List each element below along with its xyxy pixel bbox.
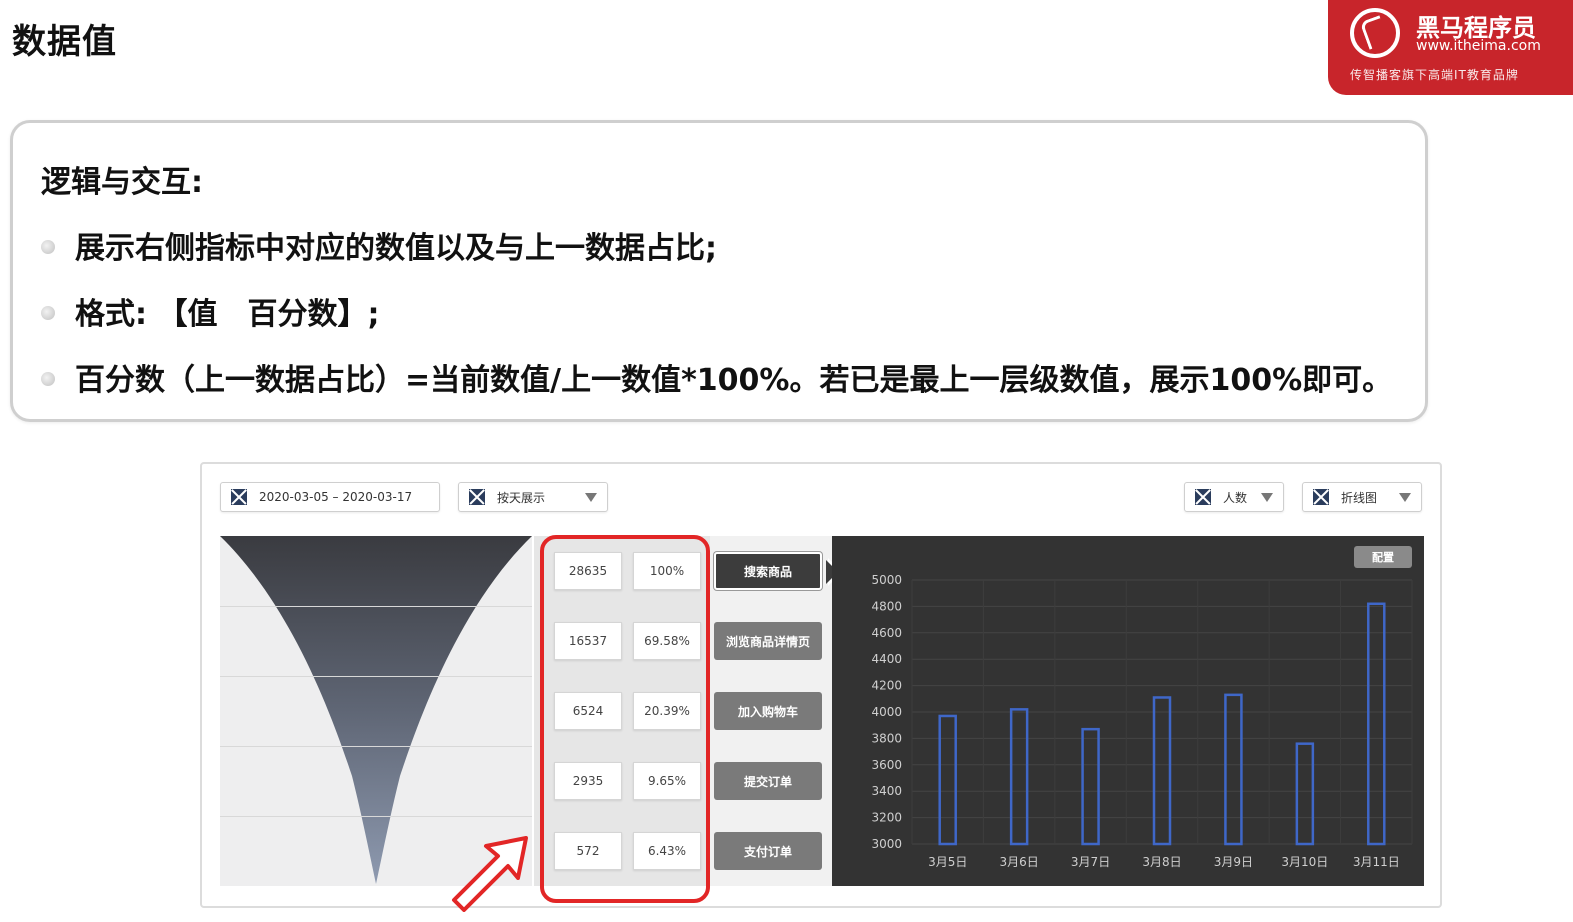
chart-type-icon (1313, 489, 1329, 505)
y-tick-label: 4200 (871, 679, 902, 693)
bar-chart-panel: 配置 3000 3200 3400 3600 3800 4000 4200 4400 4600 4… (832, 536, 1424, 886)
date-range-value: 2020-03-05 – 2020-03-17 (259, 490, 413, 504)
metric-value: 人数 (1223, 490, 1248, 505)
x-tick-label: 3月11日 (1353, 855, 1400, 869)
pointer-arrow-icon (452, 836, 528, 912)
bar (1224, 693, 1243, 846)
rules-heading: 逻辑与交互: (41, 165, 203, 200)
y-tick-label: 3000 (871, 837, 902, 851)
y-tick-label: 4000 (871, 705, 902, 719)
bullet-icon (41, 305, 55, 320)
view-mode-select[interactable]: 按天展示 (458, 482, 608, 512)
stage-button-view-detail[interactable]: 浏览商品详情页 (714, 622, 822, 660)
slide-title: 数据值 (12, 22, 117, 62)
y-tick-label: 3600 (871, 758, 902, 772)
y-tick-label: 3400 (871, 784, 902, 798)
stage-button-submit-order[interactable]: 提交订单 (714, 762, 822, 800)
bar (1367, 602, 1386, 846)
metric-select[interactable]: 人数 (1184, 482, 1284, 512)
stage-button-search[interactable]: 搜索商品 (714, 552, 822, 590)
chevron-down-icon (1399, 493, 1411, 502)
stage-button-add-cart[interactable]: 加入购物车 (714, 692, 822, 730)
chart-type-select[interactable]: 折线图 (1302, 482, 1422, 512)
view-mode-value: 按天展示 (497, 490, 546, 505)
rule-item: 格式: 【值 百分数】; (41, 289, 379, 333)
stage-labels: 搜索商品 浏览商品详情页 加入购物车 提交订单 支付订单 (710, 536, 842, 886)
chevron-down-icon (585, 493, 597, 502)
chevron-down-icon (1261, 493, 1273, 502)
y-tick-label: 5000 (871, 573, 902, 587)
bullet-icon (41, 239, 55, 254)
funnel-dashboard-mockup: 2020-03-05 – 2020-03-17 按天展示 人数 折线图 2863… (200, 462, 1442, 908)
y-tick-label: 4600 (871, 626, 902, 640)
y-tick-label: 3200 (871, 811, 902, 825)
brand-slogan: 传智播客旗下高端IT教育品牌 (1350, 68, 1519, 82)
metric-icon (1195, 489, 1211, 505)
rule-text: 展示右侧指标中对应的数值以及与上一数据占比; (75, 231, 717, 266)
rule-text: 格式: 【值 百分数】; (75, 297, 380, 332)
highlight-outline (540, 535, 710, 903)
bar (1152, 696, 1172, 846)
x-tick-label: 3月8日 (1142, 855, 1181, 869)
x-tick-label: 3月10日 (1281, 855, 1328, 869)
rule-item: 展示右侧指标中对应的数值以及与上一数据占比; (41, 223, 717, 267)
bar (938, 714, 957, 846)
brand-logo: 黑马程序员 www.itheima.com 传智播客旗下高端IT教育品牌 (1328, 0, 1573, 95)
view-mode-icon (469, 489, 485, 505)
bullet-icon (41, 371, 55, 386)
rules-box: 逻辑与交互: 展示右侧指标中对应的数值以及与上一数据占比; 格式: 【值 百分数… (10, 120, 1428, 422)
x-tick-label: 3月5日 (928, 855, 967, 869)
y-tick-label: 3800 (871, 731, 902, 745)
x-tick-label: 3月6日 (1000, 855, 1039, 869)
y-tick-label: 4800 (871, 599, 902, 613)
x-tick-label: 3月7日 (1071, 855, 1110, 869)
calendar-icon (231, 489, 247, 505)
bar-chart: 3000 3200 3400 3600 3800 4000 4200 4400 4600 4800… (871, 573, 1413, 869)
rule-text: 百分数（上一数据占比）=当前数值/上一数值*100%。若已是最上一层级数值，展示… (75, 363, 1393, 398)
bar (1081, 727, 1100, 846)
stage-button-pay-order[interactable]: 支付订单 (714, 832, 822, 870)
y-tick-label: 4400 (871, 652, 902, 666)
date-range-picker[interactable]: 2020-03-05 – 2020-03-17 (220, 482, 440, 512)
chart-type-value: 折线图 (1341, 490, 1378, 505)
brand-url: www.itheima.com (1416, 38, 1541, 54)
x-tick-label: 3月9日 (1214, 855, 1253, 869)
rule-item: 百分数（上一数据占比）=当前数值/上一数值*100%。若已是最上一层级数值，展示… (41, 355, 1392, 399)
bar (1295, 742, 1315, 846)
bar (1009, 708, 1029, 846)
